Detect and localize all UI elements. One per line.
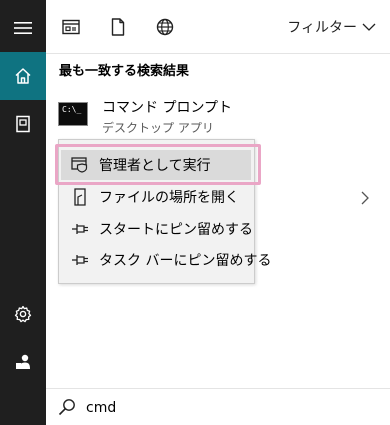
menu-item-label: スタートにピン留めする xyxy=(99,222,253,238)
menu-item-run-as-admin[interactable]: 管理者として実行 xyxy=(61,150,251,180)
menu-item-label: ファイルの場所を開く xyxy=(99,190,239,206)
hamburger-menu-icon xyxy=(14,22,32,34)
menu-item-pin-to-taskbar[interactable]: タスク バーにピン留めする xyxy=(59,245,271,275)
tab-documents[interactable] xyxy=(108,17,128,37)
search-input[interactable] xyxy=(86,397,376,419)
menu-item-open-file-location[interactable]: ファイルの場所を開く xyxy=(59,182,254,212)
chevron-down-icon xyxy=(362,23,376,31)
home-button[interactable] xyxy=(0,52,46,100)
account-icon xyxy=(16,354,30,369)
web-icon xyxy=(156,18,174,36)
settings-button[interactable] xyxy=(0,290,46,338)
navigation-rail xyxy=(0,0,46,425)
filter-label: フィルター xyxy=(287,20,357,36)
menu-item-label: 管理者として実行 xyxy=(99,158,211,174)
search-bar xyxy=(46,388,390,425)
filter-dropdown[interactable]: フィルター xyxy=(287,17,376,37)
home-icon xyxy=(15,68,31,84)
result-title: コマンド プロンプト xyxy=(102,100,233,116)
best-match-result[interactable]: C:\_ コマンド プロンプト デスクトップ アプリ xyxy=(46,88,390,142)
section-title-best-match: 最も一致する検索結果 xyxy=(59,64,190,79)
menu-item-pin-to-start[interactable]: スタートにピン留めする xyxy=(59,214,254,244)
search-icon xyxy=(58,399,75,416)
document-icon xyxy=(111,18,125,36)
open-file-location-icon xyxy=(71,188,89,206)
context-menu: 管理者として実行 ファイルの場所を開く スタートにピン留めする タスク バーにピ… xyxy=(58,139,271,284)
hamburger-menu-button[interactable] xyxy=(0,4,46,52)
documents-button[interactable] xyxy=(0,100,46,148)
pin-icon xyxy=(71,220,89,238)
command-prompt-icon: C:\_ xyxy=(58,102,88,126)
menu-item-label: タスク バーにピン留めする xyxy=(99,253,272,269)
pin-icon xyxy=(71,251,89,269)
tab-apps[interactable] xyxy=(61,17,81,37)
settings-icon xyxy=(14,305,32,323)
documents-icon xyxy=(16,115,30,133)
apps-icon xyxy=(62,19,80,35)
run-as-admin-icon xyxy=(71,156,89,174)
tab-web[interactable] xyxy=(155,17,175,37)
search-scope-bar: フィルター xyxy=(46,0,390,54)
chevron-right-icon[interactable] xyxy=(360,190,370,206)
result-subtitle: デスクトップ アプリ xyxy=(102,121,214,135)
account-button[interactable] xyxy=(0,338,46,386)
